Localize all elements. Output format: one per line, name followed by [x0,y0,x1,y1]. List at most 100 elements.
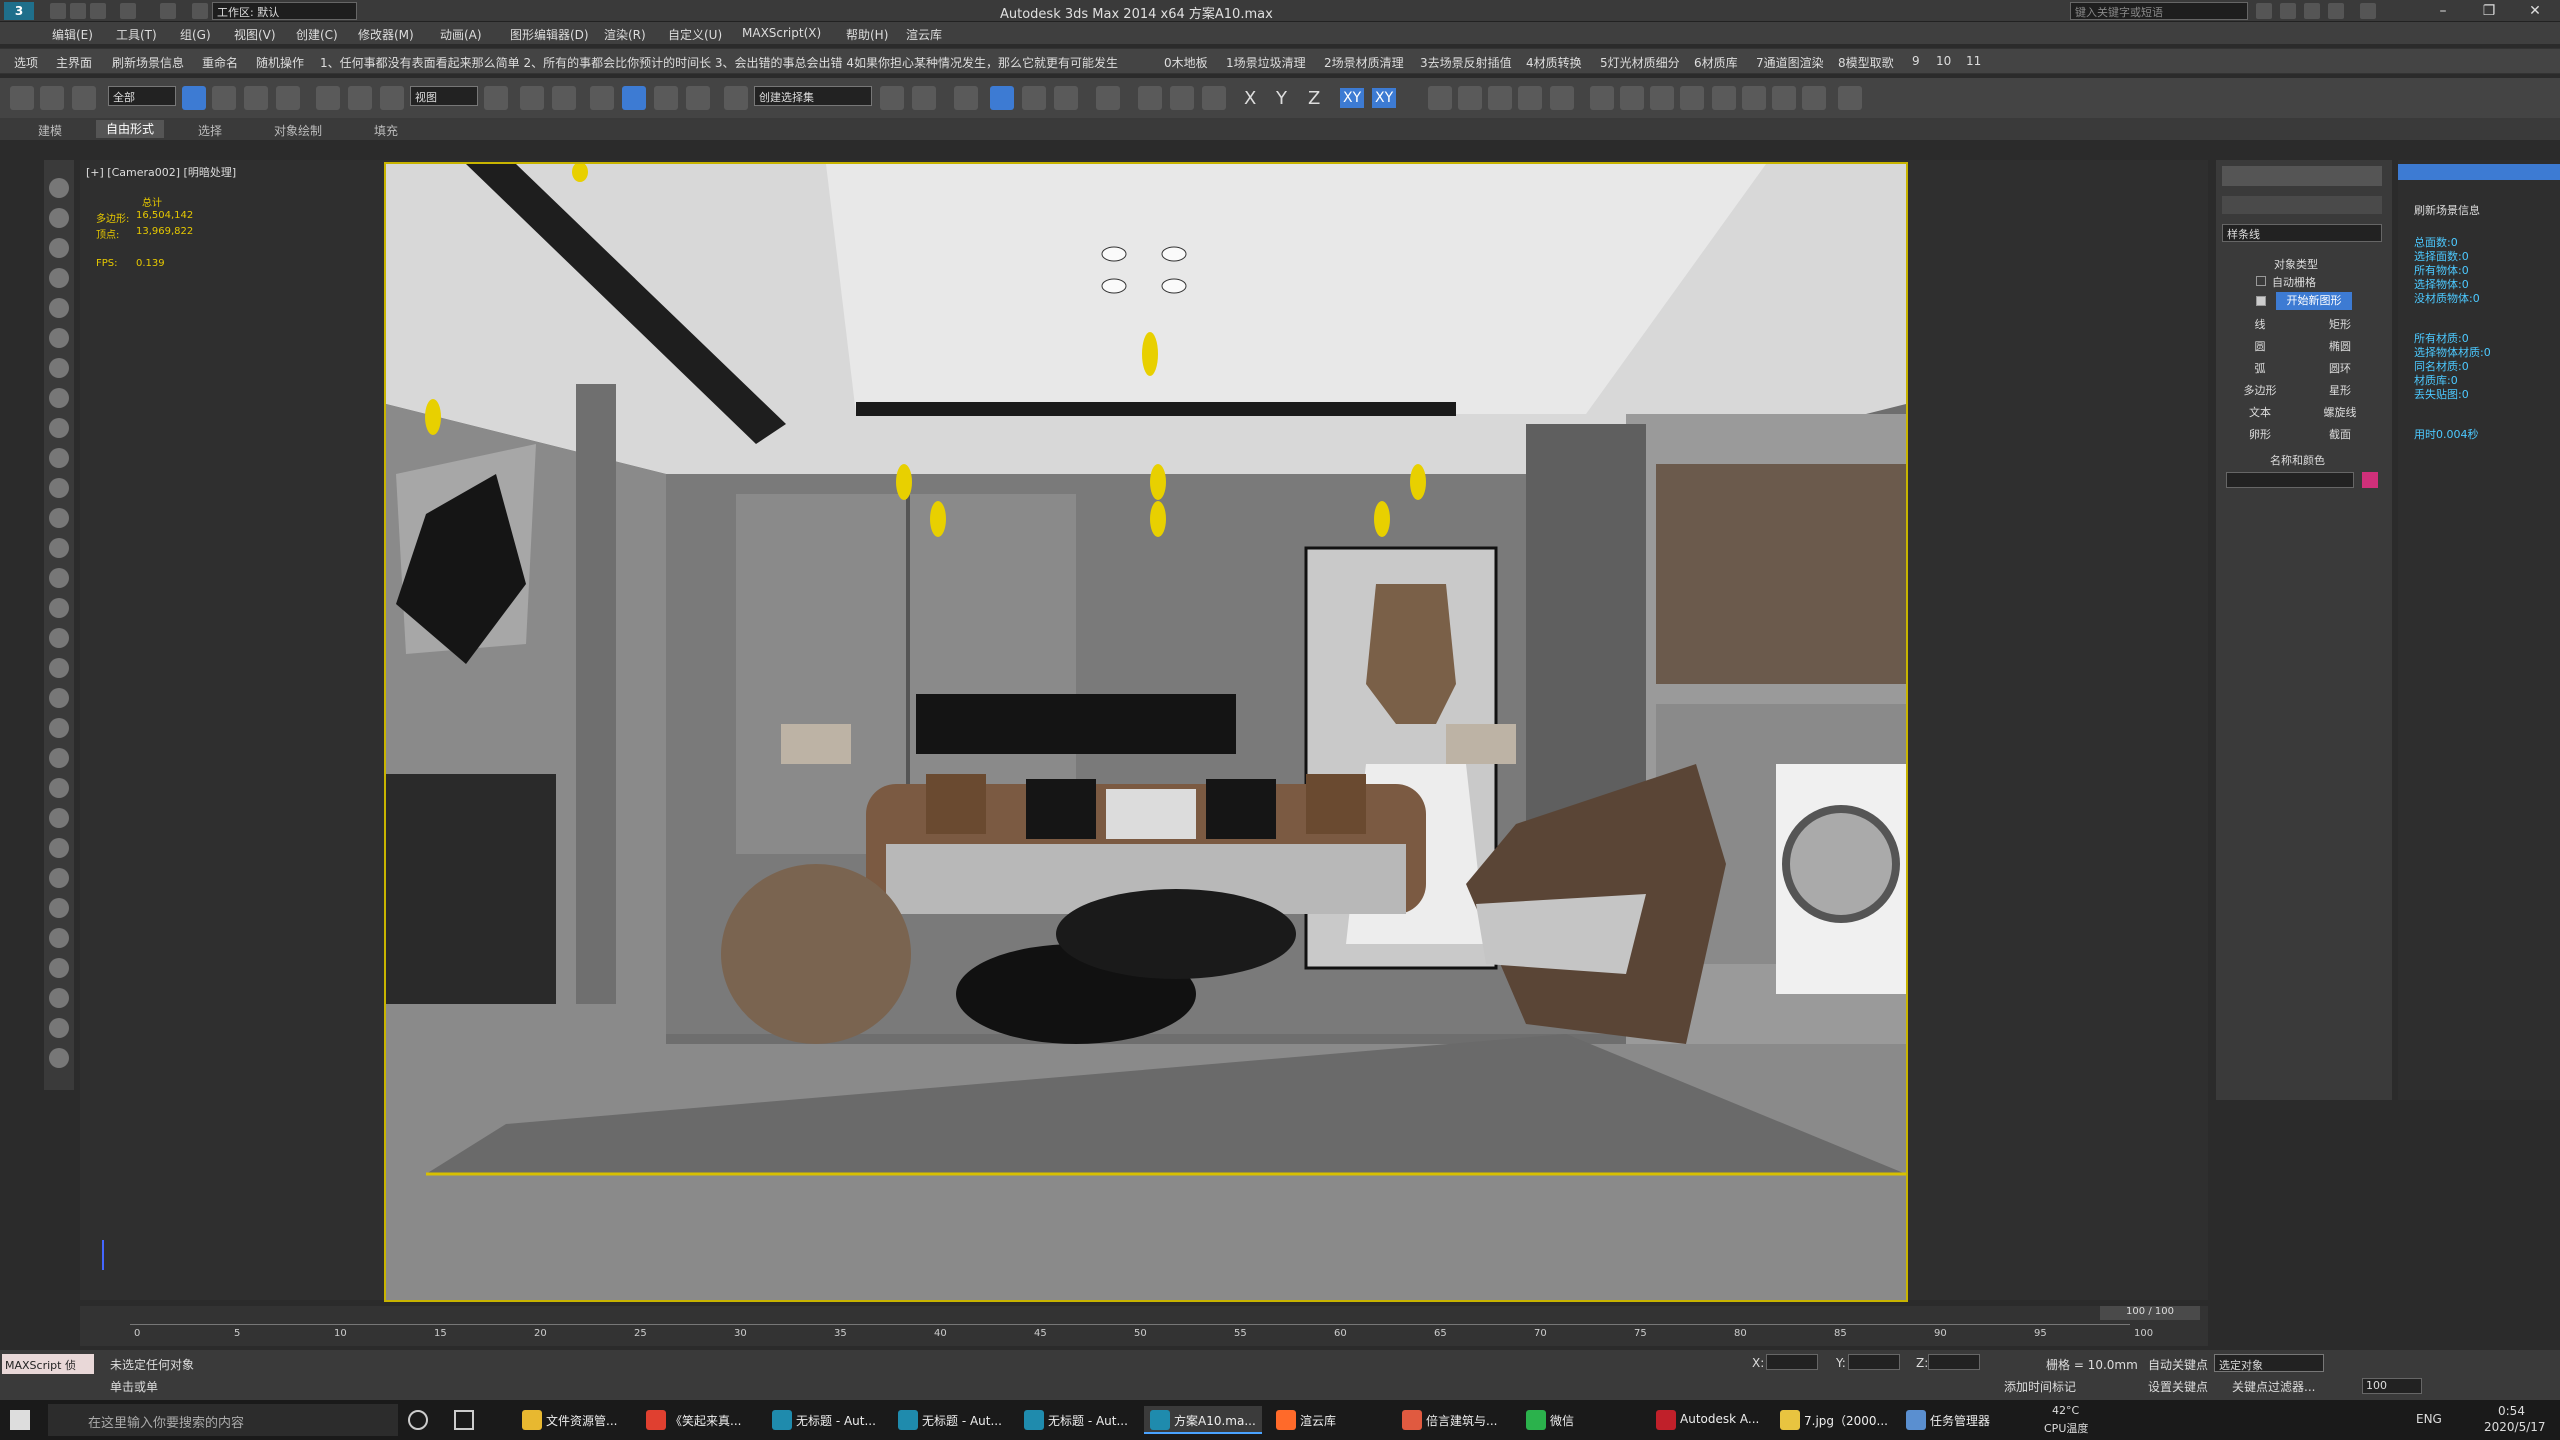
command-panel-tabs[interactable] [2222,166,2382,186]
menu-item[interactable]: 动画(A) [440,26,482,43]
vray-dome-icon[interactable] [1650,86,1674,110]
star-button[interactable]: 星形 [2302,382,2378,400]
object-type-title[interactable]: 对象类型 [2274,256,2318,272]
layer-manager-icon[interactable] [954,86,978,110]
section-button[interactable]: 截面 [2302,426,2378,444]
camera-target-icon[interactable] [1772,86,1796,110]
app-logo[interactable]: 3 [4,2,34,20]
new-file-icon[interactable] [50,3,66,19]
menu-item[interactable]: 修改器(M) [358,26,414,43]
shape-category-select[interactable]: 样条线 [2222,224,2382,242]
particle-icon[interactable] [49,658,69,678]
menu-item[interactable]: 创建(C) [296,26,338,43]
search-input[interactable]: 键入关键字或短语 [2070,2,2248,20]
script-button[interactable]: 选项 [10,54,42,71]
script-button[interactable]: 重命名 [198,54,242,71]
selection-filter-select[interactable]: 全部 [108,86,176,106]
axis-xy-cycle-button[interactable]: XY [1372,88,1397,108]
script-button[interactable]: 7通道图渲染 [1752,54,1828,71]
undo-icon[interactable] [120,3,136,19]
axis-z-button[interactable]: Z [1308,88,1320,109]
script-button[interactable]: 3去场景反射插值 [1416,54,1516,71]
script-button[interactable]: 9 [1908,54,1924,68]
select-by-name-icon[interactable] [212,86,236,110]
rotate-icon[interactable] [348,86,372,110]
script-button[interactable]: 4材质转换 [1522,54,1586,71]
menu-item[interactable]: 自定义(U) [668,26,722,43]
teapot-icon[interactable] [49,178,69,198]
menu-item[interactable]: 视图(V) [234,26,276,43]
cylinder-icon[interactable] [49,268,69,288]
vray-fur-icon[interactable] [1488,86,1512,110]
bind-spacewarp-icon[interactable] [72,86,96,110]
compound-icon[interactable] [49,688,69,708]
render-setup-icon[interactable] [1138,86,1162,110]
vray-plane-icon[interactable] [1550,86,1574,110]
move-icon[interactable] [316,86,340,110]
clock-date[interactable]: 2020/5/17 [2484,1420,2546,1434]
task-view-icon[interactable] [454,1410,474,1430]
vray-frame-buffer-icon[interactable] [1590,86,1614,110]
object-name-input[interactable] [2226,472,2354,488]
taskbar-app[interactable]: 倍言建筑与... [1396,1406,1503,1434]
patch-icon[interactable] [49,718,69,738]
minimize-button[interactable]: – [2420,0,2466,22]
named-selection-set-select[interactable]: 创建选择集 [754,86,872,106]
close-button[interactable]: ✕ [2512,0,2558,22]
taskbar-app[interactable]: 文件资源管... [516,1406,623,1434]
angle-snap-icon[interactable] [622,86,646,110]
key-filters-button[interactable]: 关键点过滤器... [2232,1378,2315,1395]
mirror-icon[interactable] [880,86,904,110]
script-button[interactable]: 5灯光材质细分 [1596,54,1684,71]
door-icon[interactable] [49,778,69,798]
clock-time[interactable]: 0:54 [2498,1404,2525,1418]
system-icon[interactable] [49,598,69,618]
cone-icon[interactable] [49,388,69,408]
menu-item[interactable]: 图形编辑器(D) [510,26,589,43]
key-selection-select[interactable]: 选定对象 [2214,1354,2324,1372]
timeline[interactable]: 100 / 100 0 5 10 15 20 25 30 35 40 45 50 55 60 65 70 75… [80,1306,2208,1346]
ngon-button[interactable]: 多边形 [2222,382,2298,400]
lightbulb-icon[interactable] [1838,86,1862,110]
maxscript-listener[interactable]: MAXScript 侦 [2,1354,94,1374]
script-button[interactable]: 2场景材质清理 [1320,54,1408,71]
ribbon-tab[interactable]: 对象绘制 [274,122,322,139]
select-object-icon[interactable] [182,86,206,110]
menu-item[interactable]: MAXScript(X) [742,26,821,40]
x-coord-input[interactable] [1766,1354,1818,1370]
current-frame-input[interactable]: 100 [2362,1378,2422,1394]
ribbon-tab[interactable]: 填充 [374,122,398,139]
graphite-ribbon-icon[interactable] [990,86,1014,110]
script-button[interactable]: 10 [1932,54,1955,68]
name-color-title[interactable]: 名称和颜色 [2270,452,2325,468]
grid-helper-icon[interactable] [1712,86,1736,110]
axis-y-button[interactable]: Y [1276,88,1287,109]
vray-physical-camera-icon[interactable] [1620,86,1644,110]
taskbar-app[interactable]: 无标题 - Aut... [766,1406,882,1434]
render-frame-icon[interactable] [1170,86,1194,110]
axis-xy-button[interactable]: XY [1340,88,1365,108]
helper-icon[interactable] [49,538,69,558]
vray-sun-icon[interactable] [1458,86,1482,110]
menu-item[interactable]: 组(G) [180,26,211,43]
vray-sphere-icon[interactable] [1680,86,1704,110]
circle-button[interactable]: 圆 [2222,338,2298,356]
light-icon[interactable] [49,478,69,498]
pyramid-icon[interactable] [49,448,69,468]
extended-icon[interactable] [49,958,69,978]
rectangular-selection-icon[interactable] [244,86,268,110]
reference-coordinate-select[interactable]: 视图 [410,86,478,106]
geosphere-icon[interactable] [49,418,69,438]
taskbar-app[interactable]: 7.jpg（2000... [1774,1406,1894,1434]
subscription-icon[interactable] [2280,3,2296,19]
line-button[interactable]: 线 [2222,316,2298,334]
menu-item[interactable]: 渲云库 [906,26,942,43]
add-time-tag-button[interactable]: 添加时间标记 [2004,1378,2076,1395]
select-manipulate-icon[interactable] [520,86,544,110]
open-file-icon[interactable] [70,3,86,19]
shape-icon[interactable] [49,628,69,648]
help-icon[interactable] [2360,3,2376,19]
favorites-icon[interactable] [2328,3,2344,19]
snaps-toggle-icon[interactable] [590,86,614,110]
text-button[interactable]: 文本 [2222,404,2298,422]
